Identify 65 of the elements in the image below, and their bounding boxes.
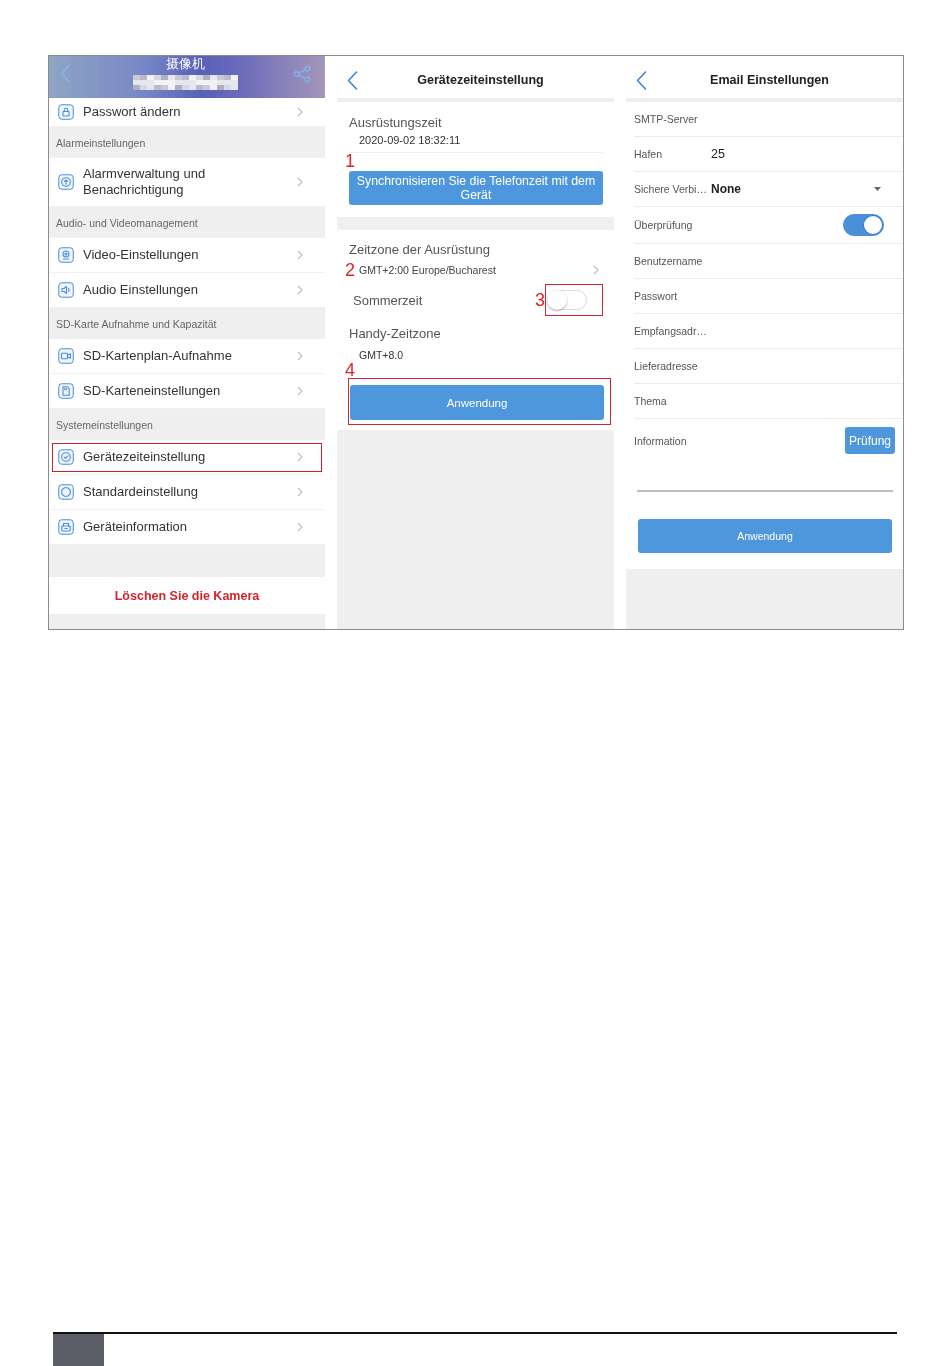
field-value: GMT+8.0 xyxy=(358,348,404,362)
field-label: Empfangsadr… xyxy=(634,325,708,337)
dst-toggle[interactable] xyxy=(547,290,587,310)
annotation-number: 3 xyxy=(535,291,545,309)
field-value[interactable]: 25 xyxy=(711,147,725,161)
menu-item[interactable]: SD-Kartenplan-Aufnahme xyxy=(49,339,325,374)
footer-block xyxy=(53,1334,104,1366)
arrow-circle-icon xyxy=(58,174,74,190)
annotation-number: 2 xyxy=(345,261,355,279)
back-icon[interactable] xyxy=(636,70,647,90)
printer-icon xyxy=(58,519,74,535)
menu-item[interactable]: Geräteinformation xyxy=(49,510,325,545)
webcam-icon xyxy=(58,247,74,263)
timezone-value[interactable]: GMT+2:00 Europe/Bucharest xyxy=(359,264,589,276)
auth-toggle[interactable] xyxy=(843,214,884,236)
field-label: Überprüfung xyxy=(634,219,694,231)
menu-item[interactable]: SD-Karteneinstellungen xyxy=(49,374,325,409)
chevron-right-icon xyxy=(297,351,303,361)
menu-item[interactable]: Gerätezeiteinstellung xyxy=(49,440,325,475)
field-value: 2020-09-02 18:32:11 xyxy=(358,133,461,147)
chevron-right-icon xyxy=(297,285,303,295)
video-camera-icon xyxy=(58,348,74,364)
section-header: Alarmeinstellungen xyxy=(55,135,147,151)
speaker-icon xyxy=(58,282,74,298)
screen-title: Email Einstellungen xyxy=(710,73,829,87)
field-label: SMTP-Server xyxy=(634,113,699,125)
chevron-right-icon xyxy=(297,386,303,396)
field-label: Lieferadresse xyxy=(634,360,699,372)
setting-label: Sommerzeit xyxy=(352,292,423,308)
field-label: Handy-Zeitzone xyxy=(349,326,441,342)
chevron-right-icon xyxy=(297,522,303,532)
sd-card-icon xyxy=(58,383,74,399)
chevron-right-icon xyxy=(297,452,303,462)
field-label: Information xyxy=(634,434,688,447)
chevron-right-icon xyxy=(297,177,303,187)
field-label: Thema xyxy=(634,395,668,407)
annotation-number: 4 xyxy=(345,361,355,379)
section-header: Systemeinstellungen xyxy=(55,417,154,433)
menu-item[interactable]: Alarmverwaltung und Benachrichtigung xyxy=(49,158,325,207)
back-icon[interactable] xyxy=(347,70,358,90)
menu-item[interactable]: Video-Einstellungen xyxy=(49,238,325,273)
dropdown-caret-icon[interactable] xyxy=(874,187,881,191)
menu-item[interactable]: Standardeinstellung xyxy=(49,475,325,510)
field-label: Passwort xyxy=(634,290,679,302)
field-label: Sichere Verbi… xyxy=(634,183,708,195)
field-label: Ausrüstungszeit xyxy=(349,115,442,131)
chevron-right-icon xyxy=(593,265,599,275)
screen-title: 摄像机 xyxy=(166,56,205,71)
chevron-right-icon xyxy=(297,250,303,260)
chevron-right-icon xyxy=(297,487,303,497)
annotation-number: 1 xyxy=(345,153,355,170)
section-header: SD-Karte Aufnahme und Kapazität xyxy=(55,316,218,332)
chevron-right-icon xyxy=(297,107,303,117)
lock-icon xyxy=(58,104,74,120)
section-header: Audio- und Videomanagement xyxy=(55,215,199,231)
octagon-icon xyxy=(58,484,74,500)
select-value[interactable]: None xyxy=(711,182,741,196)
field-label: Zeitzone der Ausrüstung xyxy=(349,242,490,258)
field-label: Benutzername xyxy=(634,255,704,267)
menu-item[interactable]: Passwort ändern xyxy=(49,98,325,127)
screen-title: Gerätezeiteinstellung xyxy=(417,73,544,87)
field-label: Hafen xyxy=(634,148,664,160)
check-circle-icon xyxy=(58,449,74,465)
delete-camera-button[interactable]: Löschen Sie die Kamera xyxy=(49,577,325,614)
menu-item[interactable]: Audio Einstellungen xyxy=(49,273,325,308)
